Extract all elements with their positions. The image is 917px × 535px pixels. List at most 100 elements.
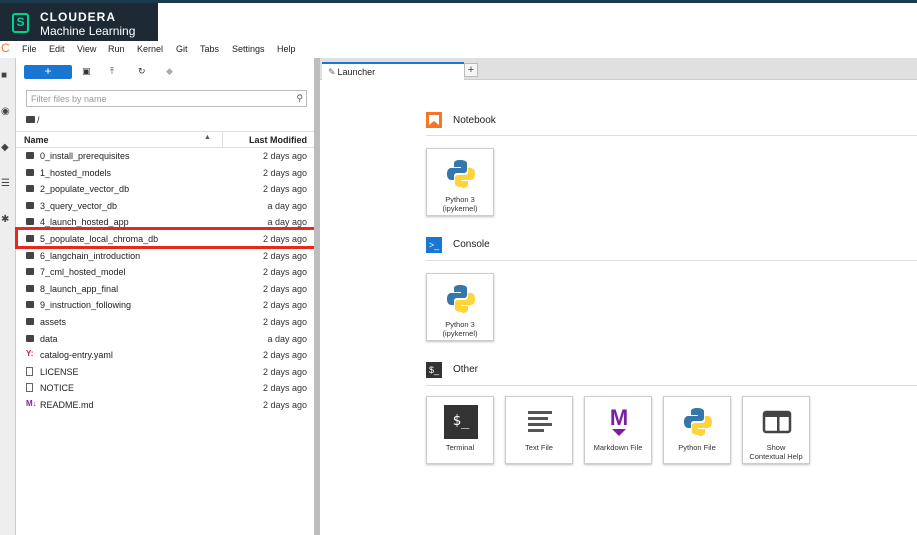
- menu-tabs[interactable]: Tabs: [200, 44, 219, 54]
- main-area: ✎ Launcher + Notebook Python 3 (ipykernel)…: [320, 58, 917, 535]
- file-row[interactable]: 9_instruction_following 2 days ago: [16, 297, 314, 313]
- python-file-card[interactable]: Python File: [663, 396, 731, 464]
- file-name: 1_hosted_models: [40, 167, 112, 178]
- file-name: 0_install_prerequisites: [40, 151, 130, 161]
- running-icon[interactable]: ◉: [1, 106, 10, 117]
- file-name: LICENSE: [40, 366, 79, 377]
- file-icon: [26, 383, 33, 393]
- tab-launcher[interactable]: ✎ Launcher: [322, 62, 464, 80]
- notebook-divider: [426, 135, 917, 136]
- console-section-title: Console: [453, 239, 490, 250]
- python-icon: [447, 160, 475, 188]
- file-modified: 2 days ago: [262, 300, 307, 311]
- highlight-box: [15, 227, 318, 249]
- text-file-icon: [528, 411, 552, 432]
- file-row[interactable]: Y: catalog-entry.yaml 2 days ago: [16, 347, 314, 363]
- file-row[interactable]: 2_populate_vector_db 2 days ago: [16, 181, 314, 197]
- jupyter-logo-icon: C: [1, 41, 10, 55]
- file-modified: 2 days ago: [262, 317, 307, 327]
- yaml-icon: Y:: [26, 349, 34, 359]
- file-name: NOTICE: [40, 383, 75, 394]
- menu-git[interactable]: Git: [176, 44, 188, 54]
- upload-icon[interactable]: ⤒: [110, 66, 114, 77]
- folder-icon: [26, 284, 34, 292]
- folder-icon[interactable]: ■: [1, 70, 7, 81]
- notebook-icon: [426, 112, 442, 128]
- other-terminal-icon: $_: [426, 362, 442, 378]
- menu-view[interactable]: View: [77, 44, 96, 54]
- file-name: 2_populate_vector_db: [40, 184, 130, 195]
- file-row[interactable]: 3_query_vector_db a day ago: [16, 198, 314, 214]
- menu-kernel[interactable]: Kernel: [137, 44, 163, 54]
- new-folder-icon[interactable]: ▣: [82, 66, 91, 77]
- git-icon[interactable]: ◆: [1, 142, 9, 153]
- terminal-card[interactable]: $_ Terminal: [426, 396, 494, 464]
- file-modified: 2 days ago: [262, 184, 307, 195]
- file-browser: + ▣ ⤒ ↻ ◆ Filter files by name ⚲ / Name …: [16, 58, 314, 535]
- left-activity-bar: ■ ◉ ◆ ☰ ✱: [0, 58, 16, 535]
- file-name: assets: [40, 317, 67, 327]
- menu-help[interactable]: Help: [277, 44, 296, 54]
- file-row[interactable]: 0_install_prerequisites 2 days ago: [16, 148, 314, 164]
- menu-run[interactable]: Run: [108, 44, 125, 54]
- search-icon: ⚲: [296, 93, 303, 103]
- other-divider: [426, 385, 917, 386]
- toc-icon[interactable]: ☰: [1, 178, 10, 189]
- file-icon: [26, 366, 33, 376]
- folder-icon: [26, 268, 34, 276]
- file-row[interactable]: 7_cml_hosted_model 2 days ago: [16, 264, 314, 280]
- contextual-help-card[interactable]: Show Contextual Help: [742, 396, 810, 464]
- other-section-title: Other: [453, 364, 479, 375]
- markdown-file-card[interactable]: M Markdown File: [584, 396, 652, 464]
- column-divider: [222, 132, 223, 147]
- menu-settings[interactable]: Settings: [232, 44, 265, 54]
- folder-icon: [26, 152, 34, 159]
- file-row[interactable]: assets 2 days ago: [16, 314, 314, 330]
- notebook-python3-card[interactable]: Python 3 (ipykernel): [426, 148, 494, 216]
- breadcrumb[interactable]: /: [26, 115, 40, 125]
- file-name: 6_langchain_introduction: [40, 250, 141, 261]
- brand-header: S CLOUDERA Machine Learning: [0, 3, 158, 41]
- file-row[interactable]: LICENSE 2 days ago: [16, 364, 314, 380]
- folder-icon: [26, 301, 34, 309]
- markdown-icon: M: [602, 405, 636, 439]
- file-modified: 2 days ago: [262, 250, 307, 261]
- extension-icon[interactable]: ✱: [1, 214, 9, 225]
- file-modified: 2 days ago: [262, 283, 307, 294]
- file-modified: 2 days ago: [262, 366, 307, 377]
- new-launcher-button[interactable]: +: [24, 65, 72, 79]
- file-row[interactable]: 6_langchain_introduction 2 days ago: [16, 248, 314, 264]
- name-column-header[interactable]: Name: [24, 135, 49, 145]
- file-name: catalog-entry.yaml: [40, 350, 113, 361]
- file-name: 7_cml_hosted_model: [40, 267, 126, 278]
- file-row[interactable]: M↓ README.md 2 days ago: [16, 397, 314, 413]
- launcher-icon: ✎: [328, 67, 336, 77]
- refresh-icon[interactable]: ↻: [138, 66, 146, 77]
- menu-file[interactable]: File: [22, 44, 37, 54]
- file-row[interactable]: NOTICE 2 days ago: [16, 380, 314, 396]
- file-modified: 2 days ago: [262, 167, 307, 178]
- file-modified: a day ago: [267, 333, 307, 344]
- console-python3-card[interactable]: Python 3 (ipykernel): [426, 273, 494, 341]
- notebook-section-title: Notebook: [453, 115, 496, 126]
- menu-edit[interactable]: Edit: [49, 44, 65, 54]
- file-row[interactable]: data a day ago: [16, 331, 314, 347]
- brand-line-2: Machine Learning: [40, 24, 136, 38]
- folder-icon: [26, 218, 34, 226]
- tab-bar: ✎ Launcher +: [320, 58, 917, 80]
- file-row[interactable]: 8_launch_app_final 2 days ago: [16, 281, 314, 297]
- folder-icon: [26, 116, 35, 123]
- file-row[interactable]: 1_hosted_models 2 days ago: [16, 165, 314, 181]
- file-modified: a day ago: [267, 200, 307, 211]
- menu-bar: C File Edit View Run Kernel Git Tabs Set…: [0, 41, 917, 58]
- file-name: 3_query_vector_db: [40, 200, 118, 211]
- folder-icon: [26, 334, 34, 342]
- add-tab-button[interactable]: +: [464, 63, 478, 77]
- filter-files-input[interactable]: Filter files by name ⚲: [26, 90, 307, 107]
- markdown-icon: M↓: [26, 399, 37, 408]
- file-modified: 2 days ago: [262, 383, 307, 394]
- text-file-card[interactable]: Text File: [505, 396, 573, 464]
- git-clone-icon[interactable]: ◆: [166, 66, 173, 77]
- modified-column-header[interactable]: Last Modified: [249, 135, 307, 145]
- folder-icon: [26, 185, 34, 193]
